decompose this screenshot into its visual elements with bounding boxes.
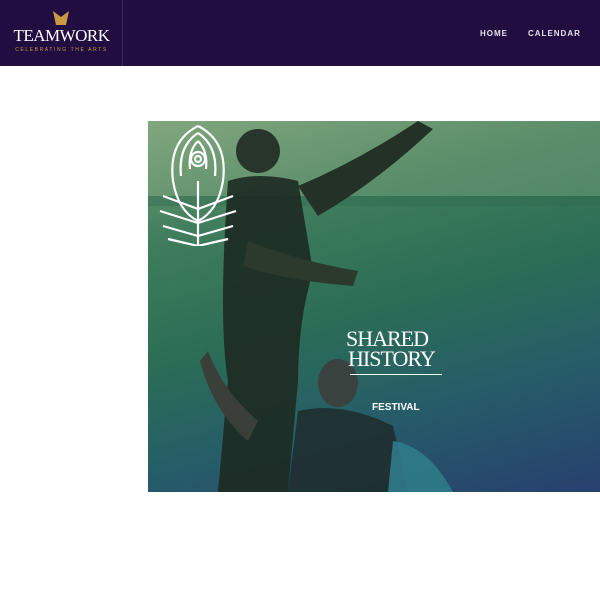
teamwork-crown-icon (53, 11, 69, 25)
teamwork-logo[interactable]: TEAMWORK CELEBRATING THE ARTS (0, 0, 123, 66)
logo-tagline: CELEBRATING THE ARTS (15, 47, 108, 53)
title-underline (350, 374, 442, 375)
festival-label: FESTIVAL (372, 402, 420, 413)
shared-history-title-line2: HISTORY (348, 346, 436, 371)
nav-calendar[interactable]: CALENDAR (528, 29, 581, 38)
nav-home[interactable]: HOME (480, 29, 508, 38)
hero-banner[interactable]: SHARED HISTORY FESTIVAL (148, 121, 600, 492)
main-nav: HOME CALENDAR F (470, 0, 600, 66)
peacock-feather-logo-icon (159, 125, 237, 246)
logo-wordmark: TEAMWORK (13, 26, 110, 45)
site-header: TEAMWORK CELEBRATING THE ARTS HOME CALEN… (0, 0, 600, 66)
